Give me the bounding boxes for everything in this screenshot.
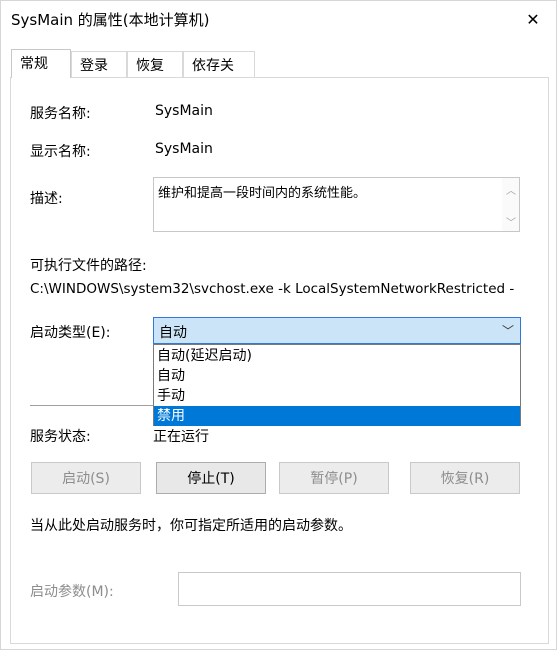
- display-name-label: 显示名称:: [30, 144, 91, 160]
- scroll-down-icon[interactable]: ﹀: [506, 214, 516, 229]
- tab-recovery[interactable]: 恢复: [127, 51, 183, 77]
- description-field[interactable]: 维护和提高一段时间内的系统性能。 ︿ ﹀: [153, 177, 520, 232]
- stop-button[interactable]: 停止(T): [156, 462, 266, 494]
- startup-type-dropdown: 自动(延迟启动) 自动 手动 禁用: [153, 344, 521, 426]
- startup-type-select[interactable]: 自动 ﹀: [153, 317, 521, 344]
- pause-button[interactable]: 暂停(P): [279, 462, 389, 494]
- startup-type-value: 自动: [159, 325, 187, 341]
- close-icon[interactable]: ✕: [510, 1, 556, 37]
- startup-type-label: 启动类型(E):: [30, 325, 111, 341]
- resume-button[interactable]: 恢复(R): [410, 462, 520, 494]
- hint-text: 当从此处启动服务时，你可指定所适用的启动参数。: [30, 518, 352, 534]
- option-disabled[interactable]: 禁用: [154, 406, 520, 426]
- start-params-input[interactable]: [178, 572, 521, 606]
- display-name-value: SysMain: [155, 141, 213, 157]
- path-value: C:\WINDOWS\system32\svchost.exe -k Local…: [30, 281, 515, 297]
- tab-general[interactable]: 常规: [11, 49, 71, 78]
- properties-window: SysMain 的属性(本地计算机) ✕ 常规 登录 恢复 依存关系 服务名称:…: [0, 0, 557, 650]
- service-name-value: SysMain: [155, 103, 213, 119]
- description-scrollbar[interactable]: ︿ ﹀: [502, 178, 519, 231]
- window-title: SysMain 的属性(本地计算机): [11, 11, 210, 29]
- tab-logon[interactable]: 登录: [71, 51, 127, 77]
- start-button[interactable]: 启动(S): [31, 462, 141, 494]
- service-status-value: 正在运行: [153, 429, 209, 445]
- option-auto-delayed[interactable]: 自动(延迟启动): [154, 346, 520, 366]
- description-label: 描述:: [30, 191, 63, 207]
- tab-dependencies[interactable]: 依存关系: [183, 51, 255, 94]
- path-label: 可执行文件的路径:: [30, 258, 147, 274]
- start-params-label: 启动参数(M):: [30, 584, 114, 600]
- title-bar: SysMain 的属性(本地计算机) ✕: [1, 1, 556, 39]
- option-manual[interactable]: 手动: [154, 386, 520, 406]
- chevron-down-icon[interactable]: ﹀: [502, 322, 514, 339]
- service-status-label: 服务状态:: [30, 429, 91, 445]
- scroll-up-icon[interactable]: ︿: [506, 182, 516, 197]
- option-auto[interactable]: 自动: [154, 366, 520, 386]
- description-text: 维护和提高一段时间内的系统性能。: [158, 186, 367, 201]
- service-name-label: 服务名称:: [30, 106, 91, 122]
